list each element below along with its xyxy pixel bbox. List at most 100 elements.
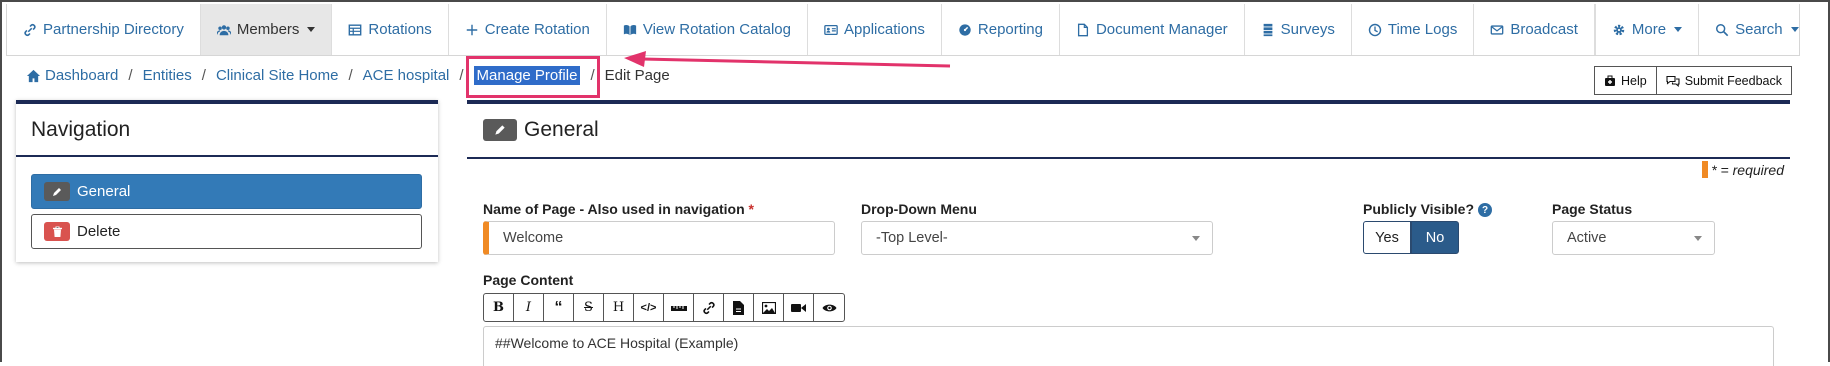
nav-surveys[interactable]: Surveys (1245, 4, 1352, 55)
help-button[interactable]: Help (1594, 66, 1657, 95)
link-button[interactable] (694, 294, 724, 321)
nav-search[interactable]: Search (1699, 4, 1815, 55)
required-star: * (748, 201, 754, 217)
medkit-icon (1605, 75, 1615, 86)
nav-general-label: General (77, 183, 131, 200)
feedback-label: Submit Feedback (1684, 73, 1782, 88)
nav-general-button[interactable]: General (31, 174, 422, 209)
image-button[interactable] (754, 294, 784, 321)
breadcrumb-separator: / (128, 67, 133, 84)
nav-label: Search (1735, 21, 1783, 38)
dropdown-menu-select[interactable]: -Top Level- (861, 221, 1213, 255)
required-note-text: * = required (1711, 161, 1784, 178)
page-name-input[interactable]: Welcome (483, 221, 835, 255)
video-icon (791, 303, 806, 312)
nav-time-logs[interactable]: Time Logs (1352, 4, 1475, 55)
chevron-down-icon (1192, 236, 1200, 241)
page-name-label: Name of Page - Also used in navigation * (483, 201, 754, 217)
book-icon (623, 24, 636, 35)
users-icon (216, 24, 231, 35)
navigation-title: Navigation (16, 104, 438, 157)
ruler-icon (670, 305, 687, 311)
breadcrumb-separator: / (459, 67, 464, 84)
eye-icon (822, 304, 836, 311)
horizontal-rule-button[interactable] (664, 294, 694, 321)
page-status-select[interactable]: Active (1552, 221, 1715, 255)
clock-icon (1368, 23, 1382, 36)
file-button[interactable] (724, 294, 754, 321)
comments-icon (1666, 75, 1680, 87)
publicly-visible-label-text: Publicly Visible? (1363, 201, 1475, 217)
nav-label: Time Logs (1387, 21, 1458, 38)
heading-icon: H (612, 300, 625, 315)
dropdown-menu-label: Drop-Down Menu (861, 201, 977, 217)
quote-button[interactable]: “ (544, 294, 574, 321)
nav-partnership-directory[interactable]: Partnership Directory (7, 4, 201, 55)
search-icon (1716, 23, 1729, 36)
pencil-icon (483, 119, 517, 141)
page-status-value: Active (1567, 230, 1607, 246)
editor-toolbar: B I “ S H </> (483, 293, 845, 322)
help-question-icon[interactable]: ? (1478, 203, 1493, 218)
page-content-editor[interactable]: ##Welcome to ACE Hospital (Example) (483, 326, 1774, 366)
plus-icon (466, 24, 478, 35)
nav-create-rotation[interactable]: Create Rotation (449, 4, 607, 55)
italic-icon: I (525, 300, 532, 315)
nav-view-rotation-catalog[interactable]: View Rotation Catalog (607, 4, 808, 55)
page-content-text: ##Welcome to ACE Hospital (Example) (495, 335, 739, 351)
code-icon: </> (640, 301, 657, 314)
breadcrumb-dashboard[interactable]: Dashboard (45, 67, 118, 84)
dropdown-menu-value: -Top Level- (876, 230, 948, 246)
video-button[interactable] (784, 294, 814, 321)
publicly-visible-toggle: Yes No (1363, 221, 1459, 254)
nav-delete-label: Delete (77, 223, 121, 240)
breadcrumb-entities[interactable]: Entities (143, 67, 192, 84)
page-content-label: Page Content (483, 272, 574, 288)
chevron-down-icon (1790, 27, 1799, 32)
nav-label: Applications (844, 21, 925, 38)
submit-feedback-button[interactable]: Submit Feedback (1656, 66, 1792, 95)
bold-button[interactable]: B (484, 294, 514, 321)
chevron-down-icon (307, 27, 316, 32)
table-icon (349, 23, 362, 36)
nav-delete-button[interactable]: Delete (31, 214, 422, 249)
nav-applications[interactable]: Applications (808, 4, 942, 55)
heading-button[interactable]: H (604, 294, 634, 321)
visible-no-button[interactable]: No (1411, 221, 1459, 254)
nav-label: Surveys (1280, 21, 1335, 38)
italic-button[interactable]: I (514, 294, 544, 321)
page-status-label: Page Status (1552, 201, 1633, 217)
top-navbar: Partnership Directory Members Rotations … (6, 4, 1800, 56)
nav-more[interactable]: More (1596, 4, 1700, 55)
required-note: * = required (1702, 161, 1784, 178)
nav-reporting[interactable]: Reporting (942, 4, 1060, 55)
general-title: General (524, 118, 599, 141)
annotation-highlight-box (466, 56, 600, 98)
strikethrough-button[interactable]: S (574, 294, 604, 321)
nav-document-manager[interactable]: Document Manager (1060, 4, 1245, 55)
breadcrumb-clinical-site-home[interactable]: Clinical Site Home (216, 67, 339, 84)
page-name-label-text: Name of Page - Also used in navigation (483, 201, 745, 217)
list-icon (1263, 23, 1273, 36)
breadcrumb-separator: / (201, 67, 206, 84)
link-icon (24, 23, 36, 36)
nav-label: Document Manager (1095, 21, 1228, 38)
trash-icon (44, 222, 70, 241)
nav-broadcast[interactable]: Broadcast (1474, 4, 1595, 55)
nav-label: Broadcast (1510, 21, 1578, 38)
chevron-down-icon (1674, 27, 1683, 32)
nav-rotations[interactable]: Rotations (332, 4, 449, 55)
visible-yes-button[interactable]: Yes (1363, 221, 1411, 254)
chevron-down-icon (1694, 236, 1702, 241)
nav-members[interactable]: Members (200, 4, 333, 55)
nav-label: View Rotation Catalog (642, 21, 791, 38)
envelope-icon (1491, 24, 1504, 35)
nav-label: Rotations (368, 21, 432, 38)
breadcrumb-ace-hospital[interactable]: ACE hospital (363, 67, 450, 84)
preview-button[interactable] (814, 294, 844, 321)
help-tools: Help Submit Feedback (1594, 66, 1792, 95)
breadcrumb-separator: / (348, 67, 353, 84)
file-icon (733, 300, 744, 315)
divider (467, 157, 1790, 159)
code-button[interactable]: </> (634, 294, 664, 321)
